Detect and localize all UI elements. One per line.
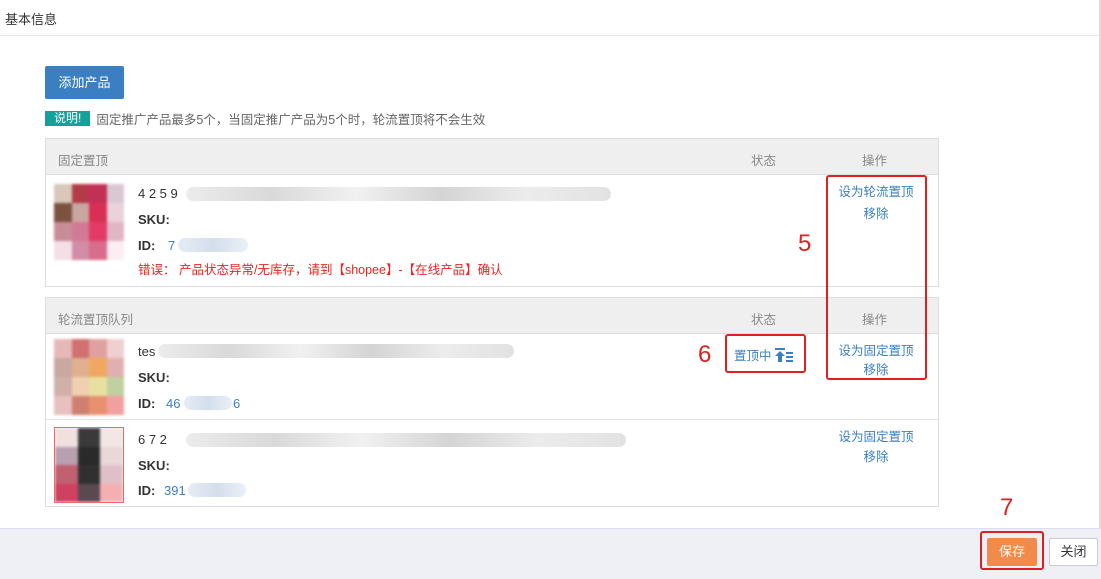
top-bar: 基本信息 (0, 0, 1101, 36)
sku-label: SKU: (138, 458, 170, 473)
product-thumbnail (54, 184, 124, 260)
id-label: ID: (138, 483, 156, 498)
annotation-box-5 (826, 175, 927, 380)
fixed-top-panel: 固定置顶 状态 操作 4 2 5 9 SKU: ID: 7 错误： 产品状态异常… (45, 138, 939, 287)
id-label: ID: (138, 238, 156, 253)
add-product-button[interactable]: 添加产品 (45, 66, 124, 99)
notice-text: 固定推广产品最多5个，当固定推广产品为5个时，轮流置顶将不会生效 (96, 113, 486, 127)
redacted-id (178, 238, 248, 252)
save-button[interactable]: 保存 (987, 538, 1037, 566)
rotation-panel-title: 轮流置顶队列 (58, 313, 134, 327)
product-name: 4 2 5 9 (138, 186, 178, 201)
table-row: 6 7 2 SKU: ID: 391 设为固定置顶 移除 (46, 420, 938, 506)
product-thumbnail (54, 339, 124, 415)
notice-badge: 说明! (45, 111, 91, 126)
sku-label: SKU: (138, 212, 170, 227)
annotation-number-5: 5 (798, 230, 812, 257)
fixed-panel-title: 固定置顶 (58, 154, 109, 168)
redacted-text (158, 344, 514, 358)
product-id[interactable]: 7 (168, 238, 175, 253)
footer-bar (0, 528, 1101, 579)
product-id[interactable]: 46 (166, 396, 180, 411)
rotation-queue-panel: 轮流置顶队列 状态 操作 tes SKU: ID: 46 6 置顶中 设为固定置… (45, 297, 939, 507)
product-id[interactable]: 391 (164, 483, 186, 498)
status-column-header: 状态 (751, 313, 777, 327)
product-thumbnail (54, 427, 124, 503)
notice: 说明! 固定推广产品最多5个，当固定推广产品为5个时，轮流置顶将不会生效 (45, 110, 485, 127)
product-name: tes (138, 344, 156, 359)
close-button[interactable]: 关闭 (1049, 538, 1098, 566)
remove-link[interactable]: 移除 (834, 446, 918, 465)
product-id-end[interactable]: 6 (233, 396, 240, 411)
sku-label: SKU: (138, 370, 170, 385)
rotation-panel-header: 轮流置顶队列 状态 操作 (46, 298, 938, 334)
id-label: ID: (138, 396, 156, 411)
annotation-number-7: 7 (1000, 494, 1014, 521)
page: 基本信息 添加产品 说明! 固定推广产品最多5个，当固定推广产品为5个时，轮流置… (0, 0, 1101, 579)
product-name: 6 7 2 (138, 432, 167, 447)
annotation-number-6: 6 (698, 341, 712, 368)
redacted-text (186, 433, 626, 447)
redacted-id (184, 396, 232, 410)
ops-column-header: 操作 (862, 154, 888, 168)
set-fixed-top-link[interactable]: 设为固定置顶 (834, 426, 918, 445)
redacted-id (188, 483, 246, 497)
annotation-box-6 (725, 334, 806, 373)
status-column-header: 状态 (751, 154, 777, 168)
fixed-panel-header: 固定置顶 状态 操作 (46, 139, 938, 175)
redacted-text (186, 187, 611, 201)
page-title: 基本信息 (5, 12, 58, 27)
error-message: 错误： 产品状态异常/无库存，请到【shopee】-【在线产品】确认 (138, 263, 503, 277)
